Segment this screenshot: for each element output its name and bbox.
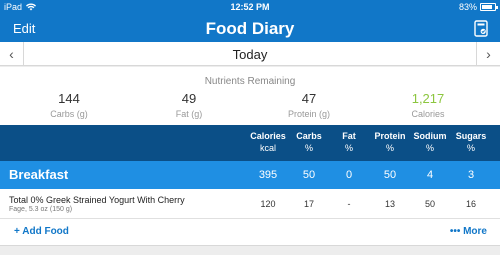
nutrient-label: Fat (g) [175,109,203,119]
meal-sodium: 4 [426,169,434,181]
next-day-button[interactable]: › [476,42,500,66]
nutrient-label: Carbs (g) [50,109,88,119]
column-unit: % [304,143,313,153]
chevron-right-icon: › [486,46,491,62]
column-unit: % [425,143,434,153]
meal-name: Breakfast [9,167,69,182]
meal-carbs: 50 [302,169,316,181]
nutrient-fat: 49 Fat (g) [134,91,244,119]
food-fat: - [347,199,351,209]
column-unit: % [344,143,353,153]
status-bar: iPad 12:52 PM 83% [0,0,500,16]
status-right: 83% [458,2,498,12]
battery-fill [482,5,492,9]
nutrient-value: 47 [301,91,317,106]
column-header-carbs[interactable]: Carbs% [289,130,329,154]
food-calories: 120 [260,199,276,209]
column-name: Sugars [455,131,487,141]
nav-bar: Edit Food Diary [0,16,500,42]
column-unit: % [385,143,394,153]
nutrients-remaining: Nutrients Remaining 144 Carbs (g) 49 Fat… [0,67,500,125]
add-food-button[interactable]: + Add Food [14,226,69,237]
nutrient-label: Calories [411,109,445,119]
column-unit: kcal [259,143,276,153]
column-name: Fat [342,131,356,141]
column-unit: % [466,143,475,153]
meal-footer: + Add Food ••• More [0,219,500,246]
nutrients-heading: Nutrients Remaining [204,76,296,87]
nutrient-label: Protein (g) [287,109,331,119]
column-name: Sodium [413,131,447,141]
food-sodium: 50 [424,199,435,209]
page-title: Food Diary [205,19,295,38]
meal-protein: 50 [383,169,397,181]
diary-share-icon[interactable] [474,20,488,37]
column-header-fat[interactable]: Fat% [329,130,369,154]
food-sugars: 16 [465,199,476,209]
current-date[interactable]: Today [0,47,500,62]
column-name: Carbs [296,131,322,141]
column-header-sodium[interactable]: Sodium% [410,130,450,154]
meal-sugars: 3 [467,169,475,181]
status-time: 12:52 PM [230,2,270,12]
food-protein: 13 [384,199,395,209]
meal-calories: 395 [258,169,278,181]
food-name: Total 0% Greek Strained Yogurt With Cher… [9,195,185,205]
food-entry-row[interactable]: Total 0% Greek Strained Yogurt With Cher… [0,189,500,219]
food-serving: Fage, 5.3 oz (150 g) [9,206,73,213]
nutrient-value: 49 [181,91,197,106]
meal-fat: 0 [345,169,353,181]
food-carbs: 17 [303,199,314,209]
column-header-bar: Calories kcal Carbs% Fat% Protein% Sodium… [0,125,500,161]
nutrient-protein: 47 Protein (g) [254,91,364,119]
date-bar: ‹ Today › [0,42,500,66]
more-button[interactable]: ••• More [450,226,487,237]
column-header-calories[interactable]: Calories kcal [248,130,288,154]
nutrient-carbs: 144 Carbs (g) [14,91,124,119]
nutrient-value: 144 [58,91,80,106]
column-header-protein[interactable]: Protein% [370,130,410,154]
column-header-sugars[interactable]: Sugars% [451,130,491,154]
column-name: Protein [374,131,406,141]
battery-percent: 83% [458,2,477,12]
battery-icon [480,3,498,11]
nutrient-value: 1,217 [411,91,445,106]
column-name: Calories [250,131,286,141]
nutrient-calories: 1,217 Calories [373,91,483,119]
meal-header-breakfast[interactable]: Breakfast 395 50 0 50 4 3 [0,161,500,189]
